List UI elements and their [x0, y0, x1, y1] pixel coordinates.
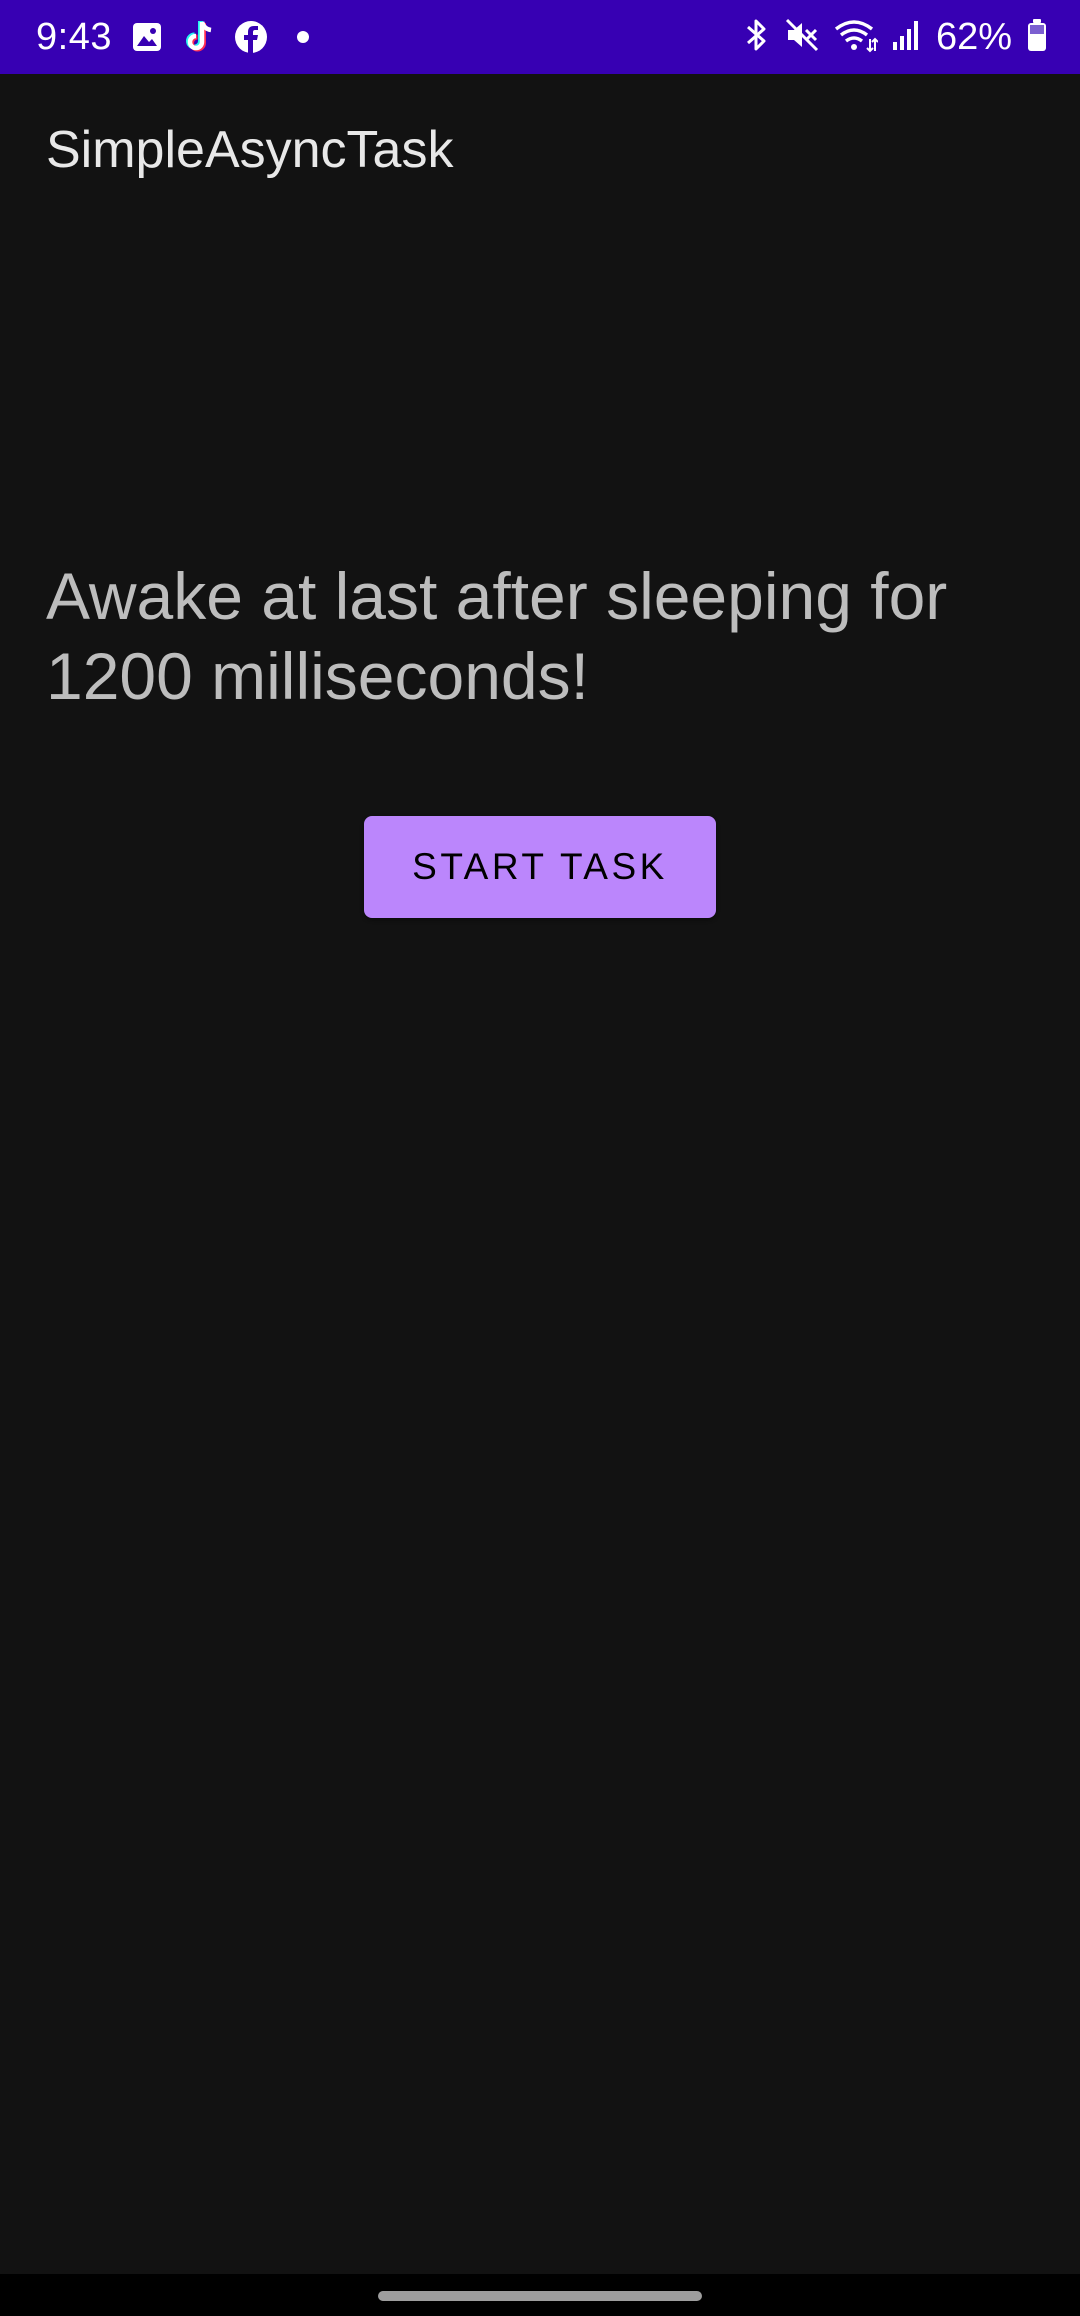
dot-icon — [286, 20, 320, 54]
app-title: SimpleAsyncTask — [46, 121, 454, 179]
status-time: 9:43 — [36, 15, 112, 58]
app-screen: 9:43 62% SimpleAsyncTask Awake at last a… — [0, 0, 1080, 2316]
gallery-icon — [130, 20, 164, 54]
navigation-bar — [0, 2274, 1080, 2316]
mute-icon — [784, 17, 820, 58]
home-gesture-handle[interactable] — [378, 2291, 702, 2301]
facebook-icon — [234, 20, 268, 54]
start-task-button[interactable]: START TASK — [364, 816, 716, 918]
tiktok-icon — [182, 20, 216, 54]
wifi-icon — [834, 17, 879, 58]
battery-icon — [1026, 17, 1048, 58]
battery-percent: 62% — [935, 15, 1012, 58]
status-left: 9:43 — [36, 0, 320, 74]
bluetooth-icon — [742, 17, 770, 58]
task-status-message: Awake at last after sleeping for 1200 mi… — [46, 559, 948, 713]
status-bar: 9:43 62% — [0, 0, 1080, 74]
status-right: 62% — [742, 0, 1048, 74]
signal-icon — [892, 18, 922, 57]
